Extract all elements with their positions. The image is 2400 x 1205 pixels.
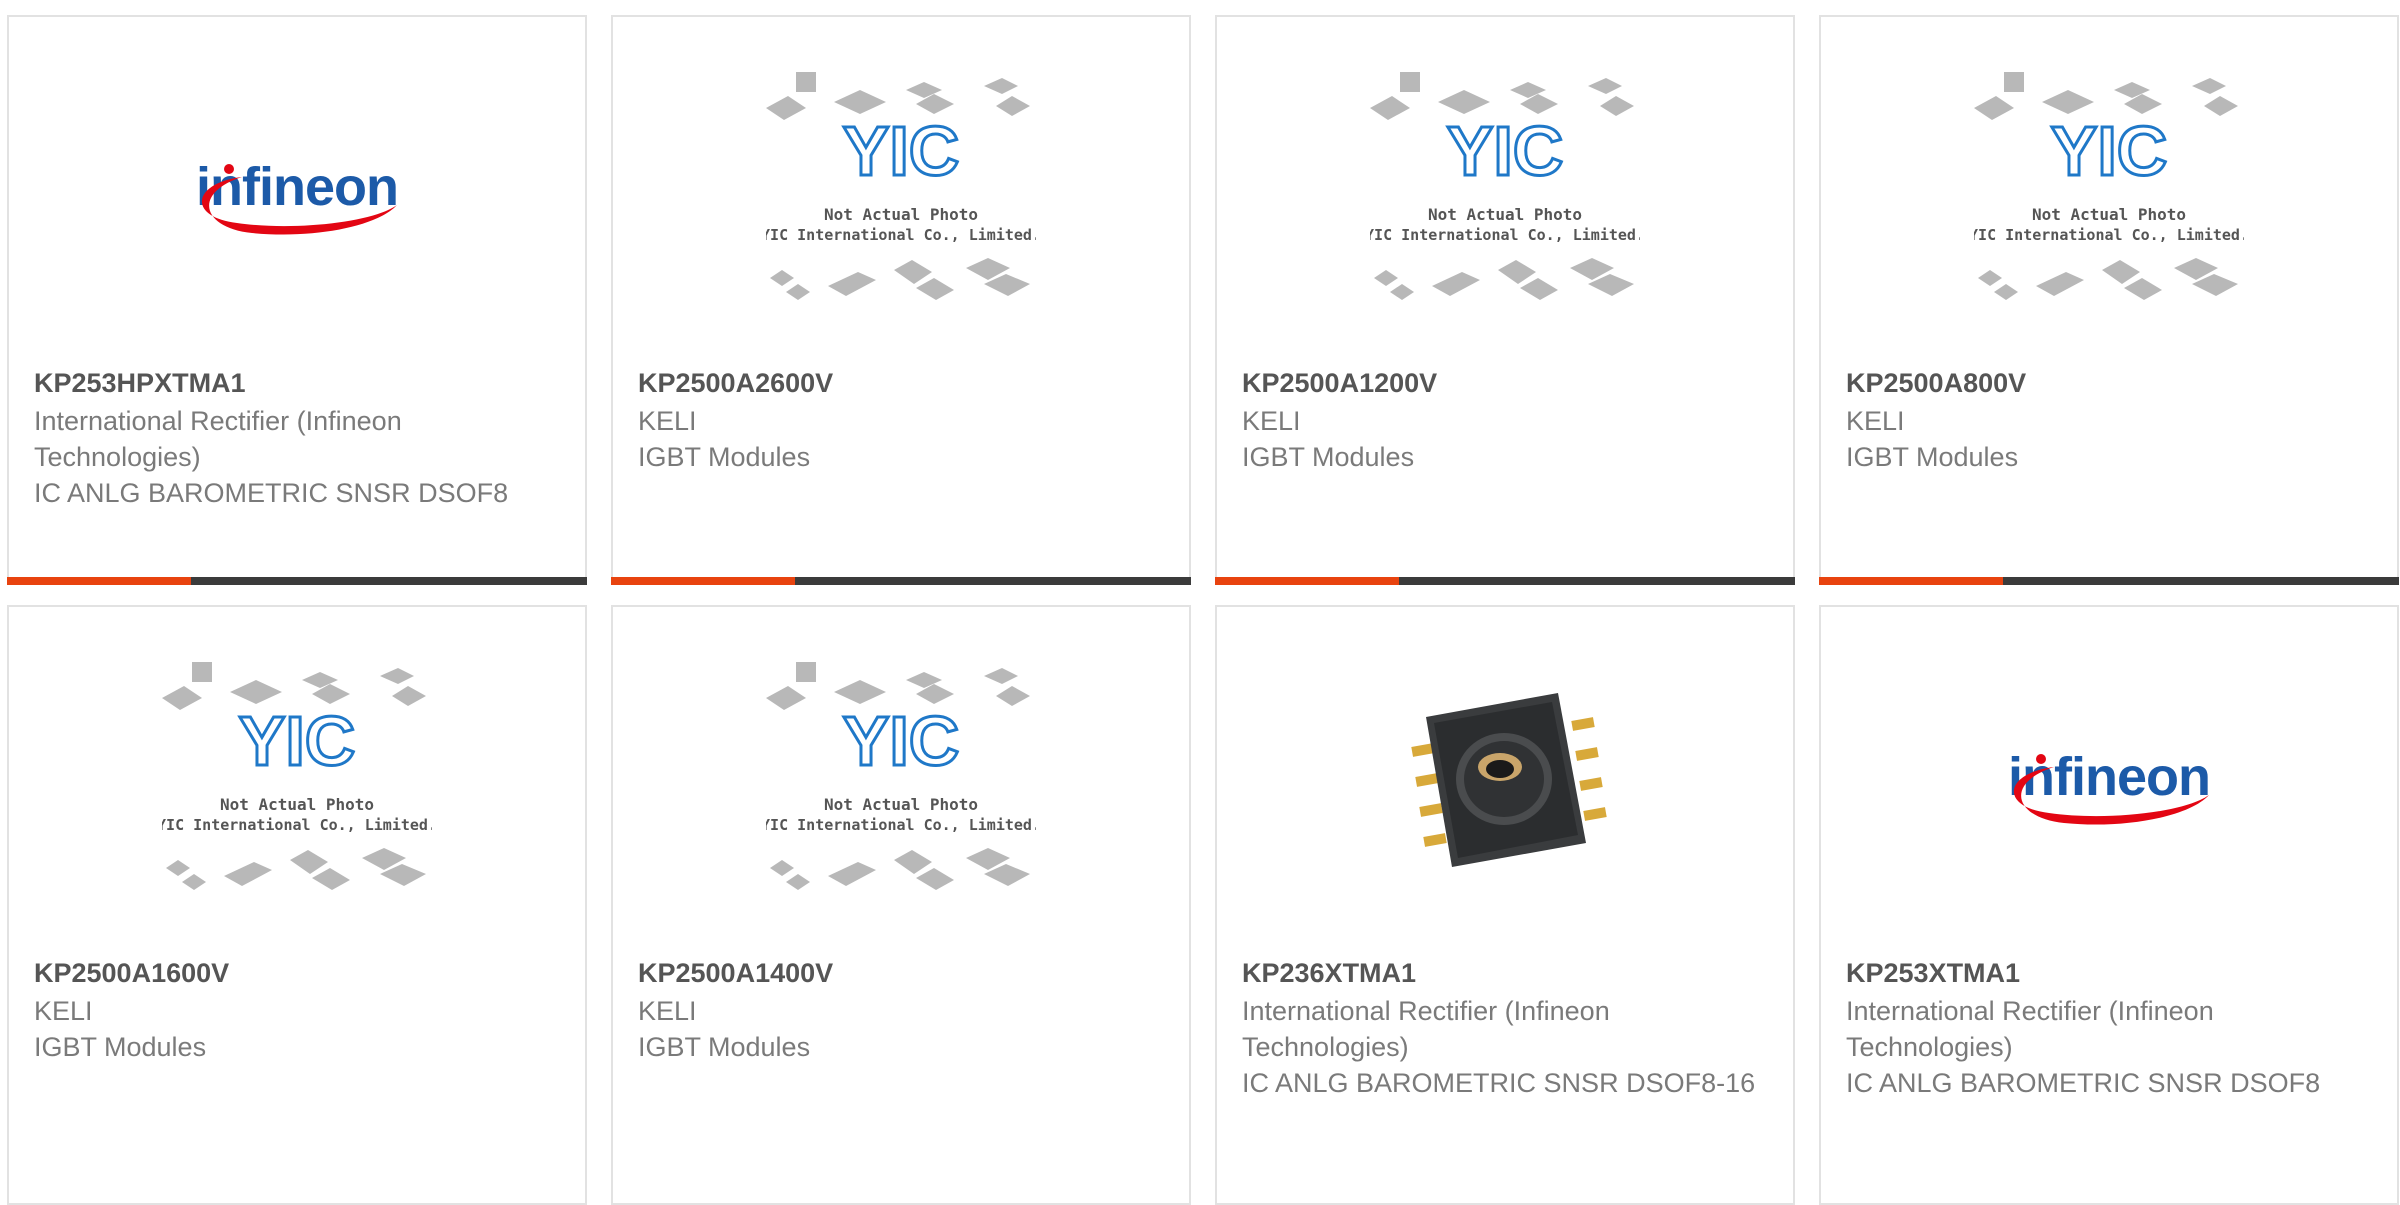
card-bottom-bar <box>1819 577 2399 585</box>
yic-placeholder-icon: YIC Not Actual Photo YIC International C… <box>1370 71 1640 300</box>
infineon-logo-icon: infineon <box>196 157 399 235</box>
description: IGBT Modules <box>638 442 811 472</box>
card-bar-accent <box>7 577 191 585</box>
svg-text:Not Actual Photo: Not Actual Photo <box>2032 205 2186 224</box>
card-bottom-bar <box>7 577 587 585</box>
description: IC ANLG BAROMETRIC SNSR DSOF8 <box>34 478 509 508</box>
part-number[interactable]: KP253HPXTMA1 <box>34 365 560 401</box>
svg-text:YIC International Co., Limited: YIC International Co., Limited. <box>162 816 432 834</box>
product-card[interactable]: KP236XTMA1 International Rectifier (Infi… <box>1215 605 1795 1205</box>
product-info: KP2500A1600V KELI IGBT Modules <box>34 955 560 1065</box>
description: IC ANLG BAROMETRIC SNSR DSOF8-16 <box>1242 1068 1756 1098</box>
product-image[interactable]: infineon <box>1821 607 2397 952</box>
card-bar-accent <box>1215 577 1399 585</box>
svg-text:Not Actual Photo: Not Actual Photo <box>824 795 978 814</box>
product-card[interactable]: YIC Not Actual Photo YIC International C… <box>1819 15 2399 585</box>
manufacturer: KELI <box>1242 406 1301 436</box>
product-info: KP2500A1400V KELI IGBT Modules <box>638 955 1164 1065</box>
product-info: KP2500A1200V KELI IGBT Modules <box>1242 365 1768 475</box>
product-grid: infineon KP253HPXTMA1 International Rect… <box>0 0 2400 1205</box>
product-image[interactable]: YIC Not Actual Photo YIC International C… <box>1821 17 2397 362</box>
yic-placeholder-icon: YIC Not Actual Photo YIC International C… <box>162 661 432 890</box>
svg-text:Not Actual Photo: Not Actual Photo <box>824 205 978 224</box>
svg-text:YIC International Co., Limited: YIC International Co., Limited. <box>1370 226 1640 244</box>
product-info: KP2500A800V KELI IGBT Modules <box>1846 365 2372 475</box>
description: IGBT Modules <box>638 1032 811 1062</box>
description: IGBT Modules <box>1846 442 2019 472</box>
svg-text:YIC: YIC <box>843 112 960 190</box>
infineon-logo-icon: infineon <box>2008 747 2211 825</box>
card-bar-accent <box>1819 577 2003 585</box>
svg-text:YIC: YIC <box>239 702 356 780</box>
product-image[interactable]: infineon <box>9 17 585 362</box>
svg-text:Not Actual Photo: Not Actual Photo <box>1428 205 1582 224</box>
manufacturer: KELI <box>638 406 697 436</box>
product-card[interactable]: infineon KP253XTMA1 International Rectif… <box>1819 605 2399 1205</box>
part-number[interactable]: KP253XTMA1 <box>1846 955 2372 991</box>
yic-placeholder-icon: YIC Not Actual Photo YIC International C… <box>1974 71 2244 300</box>
svg-text:Not Actual Photo: Not Actual Photo <box>220 795 374 814</box>
product-card[interactable]: YIC Not Actual Photo YIC International C… <box>1215 15 1795 585</box>
product-info: KP236XTMA1 International Rectifier (Infi… <box>1242 955 1768 1101</box>
product-image[interactable] <box>1217 607 1793 952</box>
manufacturer: International Rectifier (Infineon Techno… <box>34 406 402 472</box>
sensor-chip-icon <box>1411 692 1607 867</box>
product-card[interactable]: infineon KP253HPXTMA1 International Rect… <box>7 15 587 585</box>
description: IGBT Modules <box>34 1032 207 1062</box>
card-bar-accent <box>611 577 795 585</box>
svg-text:YIC: YIC <box>843 702 960 780</box>
part-number[interactable]: KP2500A2600V <box>638 365 1164 401</box>
part-number[interactable]: KP2500A1400V <box>638 955 1164 991</box>
part-number[interactable]: KP2500A1200V <box>1242 365 1768 401</box>
description: IC ANLG BAROMETRIC SNSR DSOF8 <box>1846 1068 2321 1098</box>
svg-text:YIC International Co., Limited: YIC International Co., Limited. <box>766 226 1036 244</box>
part-number[interactable]: KP2500A1600V <box>34 955 560 991</box>
product-card[interactable]: YIC Not Actual Photo YIC International C… <box>7 605 587 1205</box>
yic-placeholder-icon: YIC Not Actual Photo YIC International C… <box>766 661 1036 890</box>
description: IGBT Modules <box>1242 442 1415 472</box>
svg-text:YIC International Co., Limited: YIC International Co., Limited. <box>766 816 1036 834</box>
product-info: KP253XTMA1 International Rectifier (Infi… <box>1846 955 2372 1101</box>
product-card[interactable]: YIC Not Actual Photo YIC International C… <box>611 15 1191 585</box>
card-bottom-bar <box>611 577 1191 585</box>
svg-text:YIC: YIC <box>1447 112 1564 190</box>
part-number[interactable]: KP236XTMA1 <box>1242 955 1768 991</box>
manufacturer: KELI <box>1846 406 1905 436</box>
svg-text:YIC: YIC <box>2051 112 2168 190</box>
part-number[interactable]: KP2500A800V <box>1846 365 2372 401</box>
card-bottom-bar <box>1215 577 1795 585</box>
product-card[interactable]: YIC Not Actual Photo YIC International C… <box>611 605 1191 1205</box>
manufacturer: KELI <box>638 996 697 1026</box>
product-info: KP2500A2600V KELI IGBT Modules <box>638 365 1164 475</box>
product-image[interactable]: YIC Not Actual Photo YIC International C… <box>1217 17 1793 362</box>
product-image[interactable]: YIC Not Actual Photo YIC International C… <box>9 607 585 952</box>
product-image[interactable]: YIC Not Actual Photo YIC International C… <box>613 17 1189 362</box>
yic-placeholder-icon: YIC Not Actual Photo YIC International C… <box>766 71 1036 300</box>
product-image[interactable]: YIC Not Actual Photo YIC International C… <box>613 607 1189 952</box>
svg-text:YIC International Co., Limited: YIC International Co., Limited. <box>1974 226 2244 244</box>
manufacturer: KELI <box>34 996 93 1026</box>
manufacturer: International Rectifier (Infineon Techno… <box>1846 996 2214 1062</box>
manufacturer: International Rectifier (Infineon Techno… <box>1242 996 1610 1062</box>
product-info: KP253HPXTMA1 International Rectifier (In… <box>34 365 560 511</box>
